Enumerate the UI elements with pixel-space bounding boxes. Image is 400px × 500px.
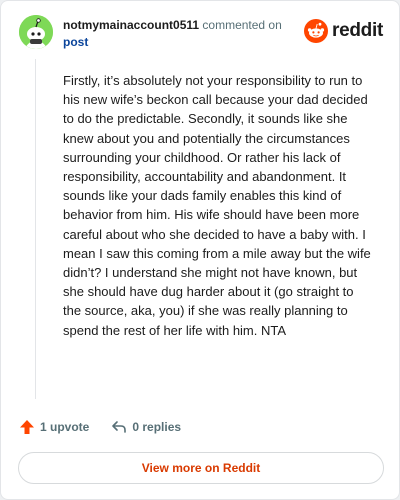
username[interactable]: notmymainaccount0511 xyxy=(63,18,199,32)
avatar[interactable] xyxy=(19,15,53,49)
replies-count: 0 replies xyxy=(132,420,182,434)
upvote-button[interactable]: 1 upvote xyxy=(19,419,89,435)
commented-on-text: commented on xyxy=(199,18,282,32)
embedded-comment-card: notmymainaccount0511 commented on post r… xyxy=(0,0,400,500)
upvote-count: 1 upvote xyxy=(40,420,90,434)
replies-button[interactable]: 0 replies xyxy=(111,419,181,435)
view-more-button[interactable]: View more on Reddit xyxy=(18,452,384,484)
upvote-arrow-icon xyxy=(20,420,34,434)
comment-body: Firstly, it’s absolutely not your respon… xyxy=(63,73,371,338)
reply-arrow-icon xyxy=(112,421,127,433)
post-link[interactable]: post xyxy=(63,35,88,49)
reddit-wordmark: reddit xyxy=(332,20,383,41)
comment-actions: 1 upvote 0 replies xyxy=(19,419,181,435)
comment-header: notmymainaccount0511 commented on post xyxy=(63,17,303,51)
snoo-avatar-icon xyxy=(19,15,53,49)
thread-line[interactable] xyxy=(35,59,36,399)
reddit-logo[interactable]: reddit xyxy=(304,19,383,43)
reddit-alien-icon xyxy=(304,19,329,43)
